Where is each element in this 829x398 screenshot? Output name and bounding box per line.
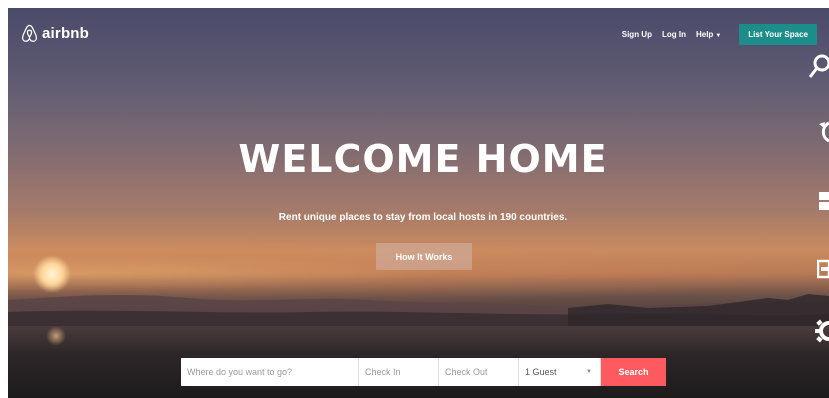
battery-icon[interactable]: [817, 258, 829, 280]
location-input[interactable]: [187, 367, 355, 377]
windows-icon[interactable]: [817, 190, 829, 212]
help-label: Help: [695, 30, 714, 39]
location-field[interactable]: [181, 358, 359, 386]
how-it-works-button[interactable]: How It Works: [376, 243, 472, 270]
page-subtitle: Rent unique places to stay from local ho…: [278, 212, 568, 223]
gear-icon[interactable]: [813, 318, 829, 344]
search-bar: Check In Check Out 1 Guest ▼ Search: [181, 358, 666, 386]
logo-text: airbnb: [42, 24, 90, 42]
top-nav: Sign Up Log In Help ▼ List Your Space: [622, 24, 817, 45]
check-in-field[interactable]: Check In: [359, 358, 439, 386]
airbnb-logo[interactable]: airbnb: [21, 24, 89, 42]
refresh-icon[interactable]: [815, 120, 829, 144]
chevron-down-icon: ▼: [715, 33, 722, 39]
search-icon[interactable]: [809, 54, 829, 80]
check-out-field[interactable]: Check Out: [439, 358, 519, 386]
help-menu[interactable]: Help ▼: [696, 30, 721, 39]
chevron-down-icon: ▼: [586, 369, 592, 375]
airbnb-logo-icon: [21, 24, 38, 42]
list-your-space-button[interactable]: List Your Space: [739, 24, 817, 45]
page-title: WELCOME HOME: [238, 137, 608, 181]
log-in-link[interactable]: Log In: [662, 30, 686, 39]
search-button[interactable]: Search: [601, 358, 666, 386]
hero-background: [8, 8, 829, 398]
sun-reflection: [46, 326, 66, 346]
guests-select[interactable]: 1 Guest ▼: [519, 358, 601, 386]
guests-value: 1 Guest: [525, 367, 557, 377]
sign-up-link[interactable]: Sign Up: [622, 30, 652, 39]
side-edge-icons: [807, 50, 829, 350]
